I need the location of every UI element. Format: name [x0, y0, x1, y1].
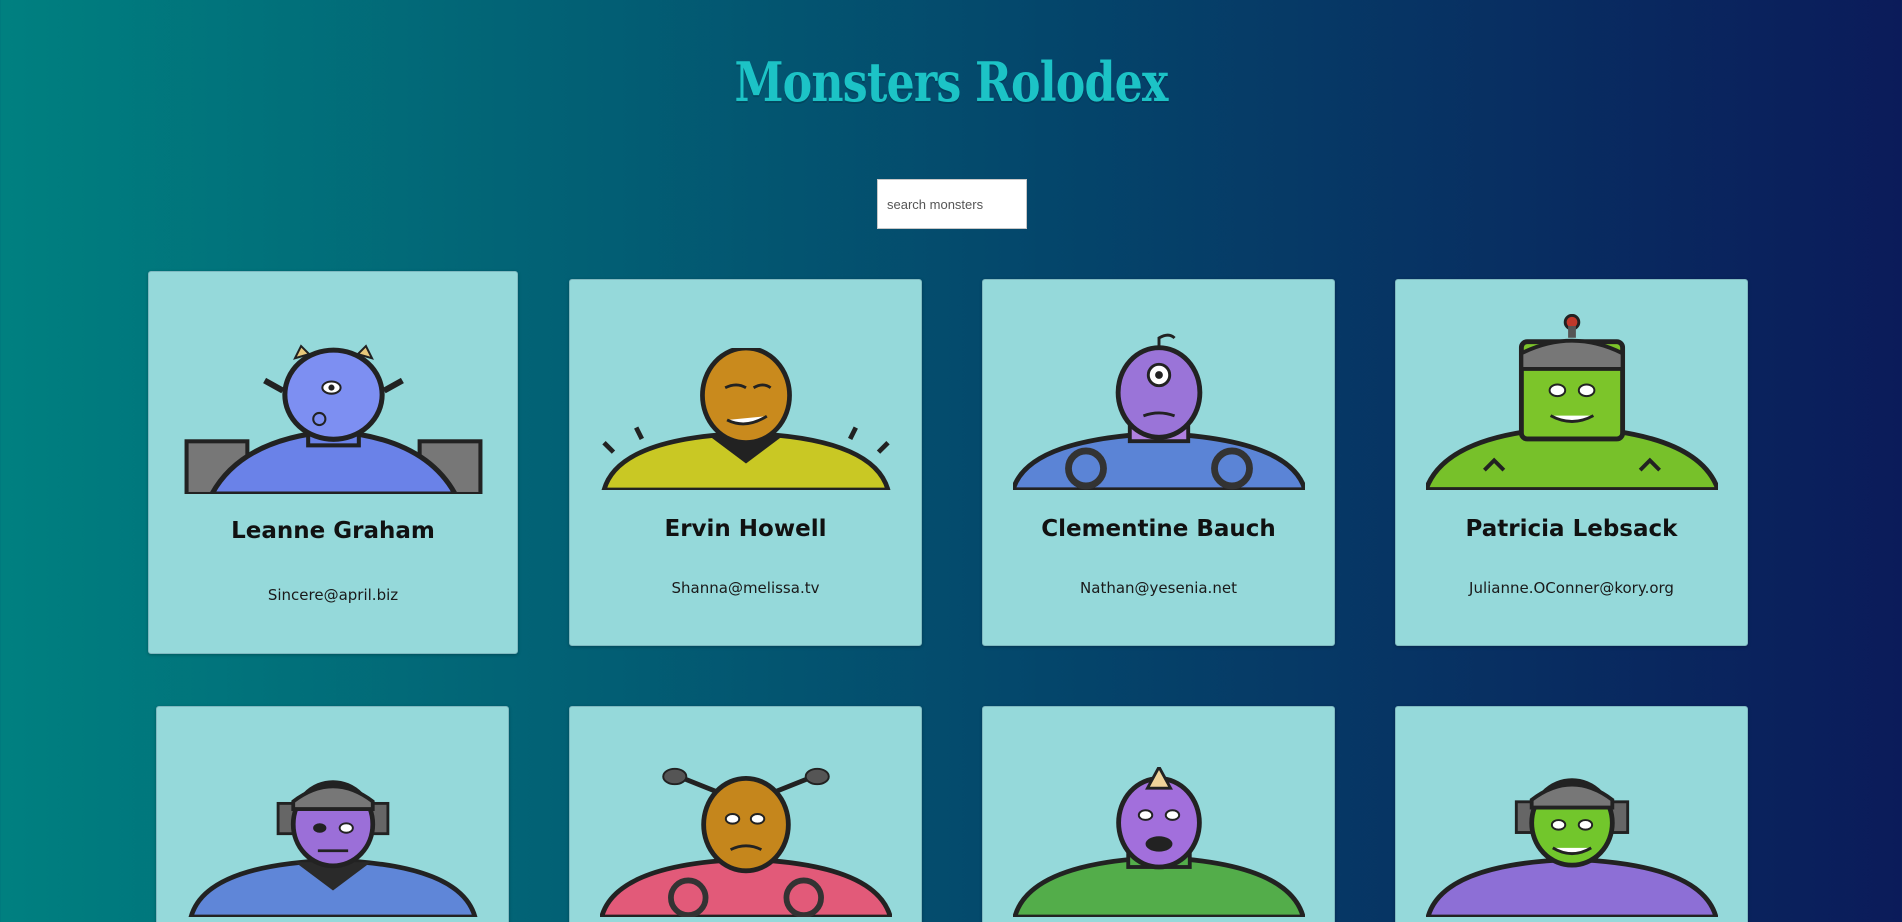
monster-avatar	[1426, 778, 1718, 917]
monster-head	[700, 348, 792, 446]
monster-email: Sincere@april.biz	[267, 586, 399, 604]
monster-card[interactable]	[982, 706, 1335, 922]
monster-avatar	[1013, 333, 1305, 490]
monster-avatar	[1013, 767, 1305, 917]
page-title: Monsters Rolodex	[734, 50, 1168, 114]
search-input[interactable]	[877, 179, 1027, 229]
monster-body	[1426, 856, 1718, 917]
monster-avatar	[600, 767, 892, 917]
monster-card[interactable]: Patricia Lebsack Julianne.OConner@kory.o…	[1395, 279, 1748, 646]
monster-card[interactable]	[1395, 706, 1748, 922]
monster-head	[1115, 345, 1203, 440]
monster-head	[701, 775, 791, 874]
monster-card[interactable]	[156, 706, 509, 922]
monster-email: Julianne.OConner@kory.org	[1469, 579, 1674, 597]
monster-card[interactable]: Clementine Bauch Nathan@yesenia.net	[982, 279, 1335, 646]
monster-name: Clementine Bauch	[1041, 516, 1276, 542]
monster-email: Shanna@melissa.tv	[671, 579, 820, 597]
monster-avatar	[1426, 314, 1718, 490]
monster-head	[1116, 776, 1202, 870]
monster-avatar	[184, 344, 483, 494]
monster-name: Ervin Howell	[664, 516, 827, 542]
monster-name: Patricia Lebsack	[1465, 516, 1678, 542]
monster-card[interactable]: Leanne Graham Sincere@april.biz	[148, 271, 518, 654]
monster-head	[282, 347, 385, 442]
monster-card[interactable]: Ervin Howell Shanna@melissa.tv	[569, 279, 922, 646]
monster-avatar	[601, 348, 891, 490]
monster-email: Nathan@yesenia.net	[1080, 579, 1237, 597]
monster-card[interactable]	[569, 706, 922, 922]
monster-avatar	[188, 780, 478, 917]
monster-name: Leanne Graham	[231, 518, 435, 544]
